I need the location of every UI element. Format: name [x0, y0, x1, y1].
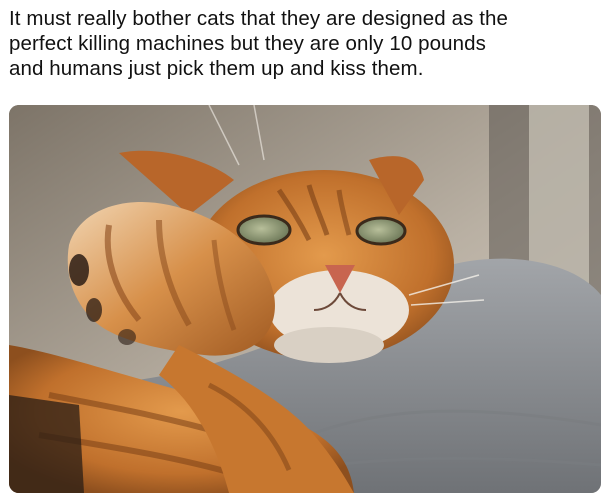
cat-illustration — [9, 105, 601, 493]
post-caption: It must really bother cats that they are… — [9, 7, 509, 80]
dark-shadow — [9, 395, 84, 493]
cat-photo — [9, 105, 601, 493]
